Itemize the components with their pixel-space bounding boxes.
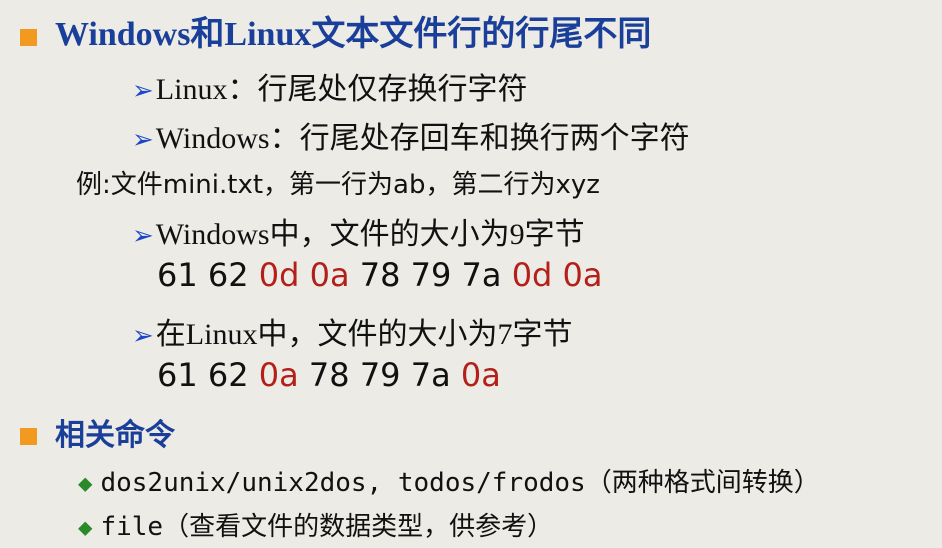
linux-bytes: 61 62 0a 78 79 7a 0a [157,356,501,394]
heading-text: 相关命令 [55,418,175,453]
byte: 79 [410,256,452,294]
bullet-cmd-file: ◆ file（查看文件的数据类型，供参考） [78,506,553,543]
cmd1-text: dos2unix/unix2dos, todos/frodos（两种格式间转换） [100,468,820,498]
byte-highlight: 0a [258,356,299,394]
heading-line-commands: 相关命令 [20,410,175,454]
byte: 62 [207,256,249,294]
bullet-linux-size: ➢在Linux中，文件的大小为7字节 [132,309,572,353]
cmd2-text: file（查看文件的数据类型，供参考） [100,512,554,542]
byte-highlight: 0a [309,256,350,294]
byte-highlight: 0d [511,256,553,294]
byte: 79 [359,356,401,394]
bullet-linux: ➢Linux：行尾处仅存换行字符 [132,64,527,108]
example-line: 例:文件mini.txt，第一行为ab，第二行为xyz [76,164,600,201]
linux-size-text: 在Linux中，文件的大小为7字节 [155,318,573,351]
heading-line-windows-linux: Windows和Linux文本文件行的行尾不同 [20,6,651,55]
arrow-bullet-icon: ➢ [132,321,154,350]
example-text: 例:文件mini.txt，第一行为ab，第二行为xyz [76,170,600,200]
square-bullet-icon [20,28,37,46]
bullet-windows: ➢Windows：行尾处存回车和换行两个字符 [132,113,690,157]
windows-line-text: Windows：行尾处存回车和换行两个字符 [155,122,690,155]
heading-text: Windows和Linux文本文件行的行尾不同 [55,16,652,53]
byte: 78 [359,256,401,294]
windows-size-text: Windows中，文件的大小为9字节 [155,218,585,251]
bullet-windows-size: ➢Windows中，文件的大小为9字节 [132,209,585,253]
arrow-bullet-icon: ➢ [132,76,154,105]
bullet-cmd-convert: ◆ dos2unix/unix2dos, todos/frodos（两种格式间转换… [78,462,820,499]
byte-highlight: 0a [460,356,501,394]
byte-highlight: 0a [562,256,603,294]
diamond-bullet-icon: ◆ [78,469,93,497]
arrow-bullet-icon: ➢ [132,125,154,154]
byte: 7a [410,356,451,394]
linux-line-text: Linux：行尾处仅存换行字符 [155,73,528,106]
byte: 61 [157,356,198,394]
square-bullet-icon [20,428,37,445]
windows-bytes: 61 62 0d 0a 78 79 7a 0d 0a [157,256,603,294]
arrow-bullet-icon: ➢ [132,221,154,250]
byte: 62 [207,356,249,394]
byte: 61 [157,256,198,294]
diamond-bullet-icon: ◆ [78,513,93,541]
byte: 78 [308,356,350,394]
byte-highlight: 0d [258,256,300,294]
byte: 7a [461,256,502,294]
